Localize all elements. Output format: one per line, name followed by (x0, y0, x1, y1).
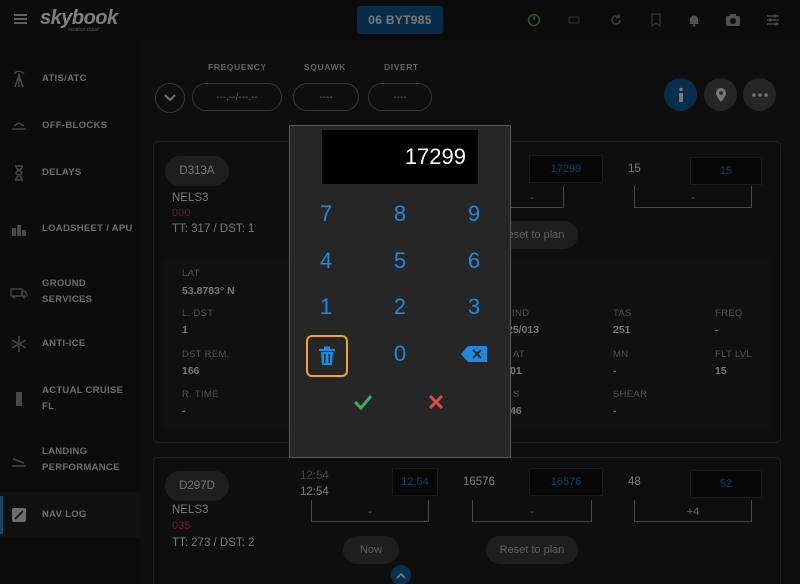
key-0[interactable]: 0 (376, 334, 424, 374)
clear-button[interactable] (306, 335, 348, 377)
app-root: skybook aviation cloud 06 BYT985 ATIS/AT… (0, 0, 800, 584)
cancel-button[interactable] (412, 382, 460, 422)
x-icon (428, 394, 444, 410)
numeric-keypad-dialog: 17299 7 8 9 4 5 6 1 2 3 0 (289, 125, 511, 458)
key-1[interactable]: 1 (302, 287, 350, 327)
trash-icon (319, 346, 335, 365)
key-8[interactable]: 8 (376, 194, 424, 234)
backspace-icon (461, 346, 487, 362)
keypad-display: 17299 (322, 130, 478, 184)
key-2[interactable]: 2 (376, 287, 424, 327)
confirm-button[interactable] (339, 382, 387, 422)
key-9[interactable]: 9 (450, 194, 498, 234)
key-6[interactable]: 6 (450, 241, 498, 281)
backspace-button[interactable] (450, 334, 498, 374)
key-5[interactable]: 5 (376, 241, 424, 281)
key-4[interactable]: 4 (302, 241, 350, 281)
key-7[interactable]: 7 (302, 194, 350, 234)
key-3[interactable]: 3 (450, 287, 498, 327)
check-icon (353, 395, 373, 410)
